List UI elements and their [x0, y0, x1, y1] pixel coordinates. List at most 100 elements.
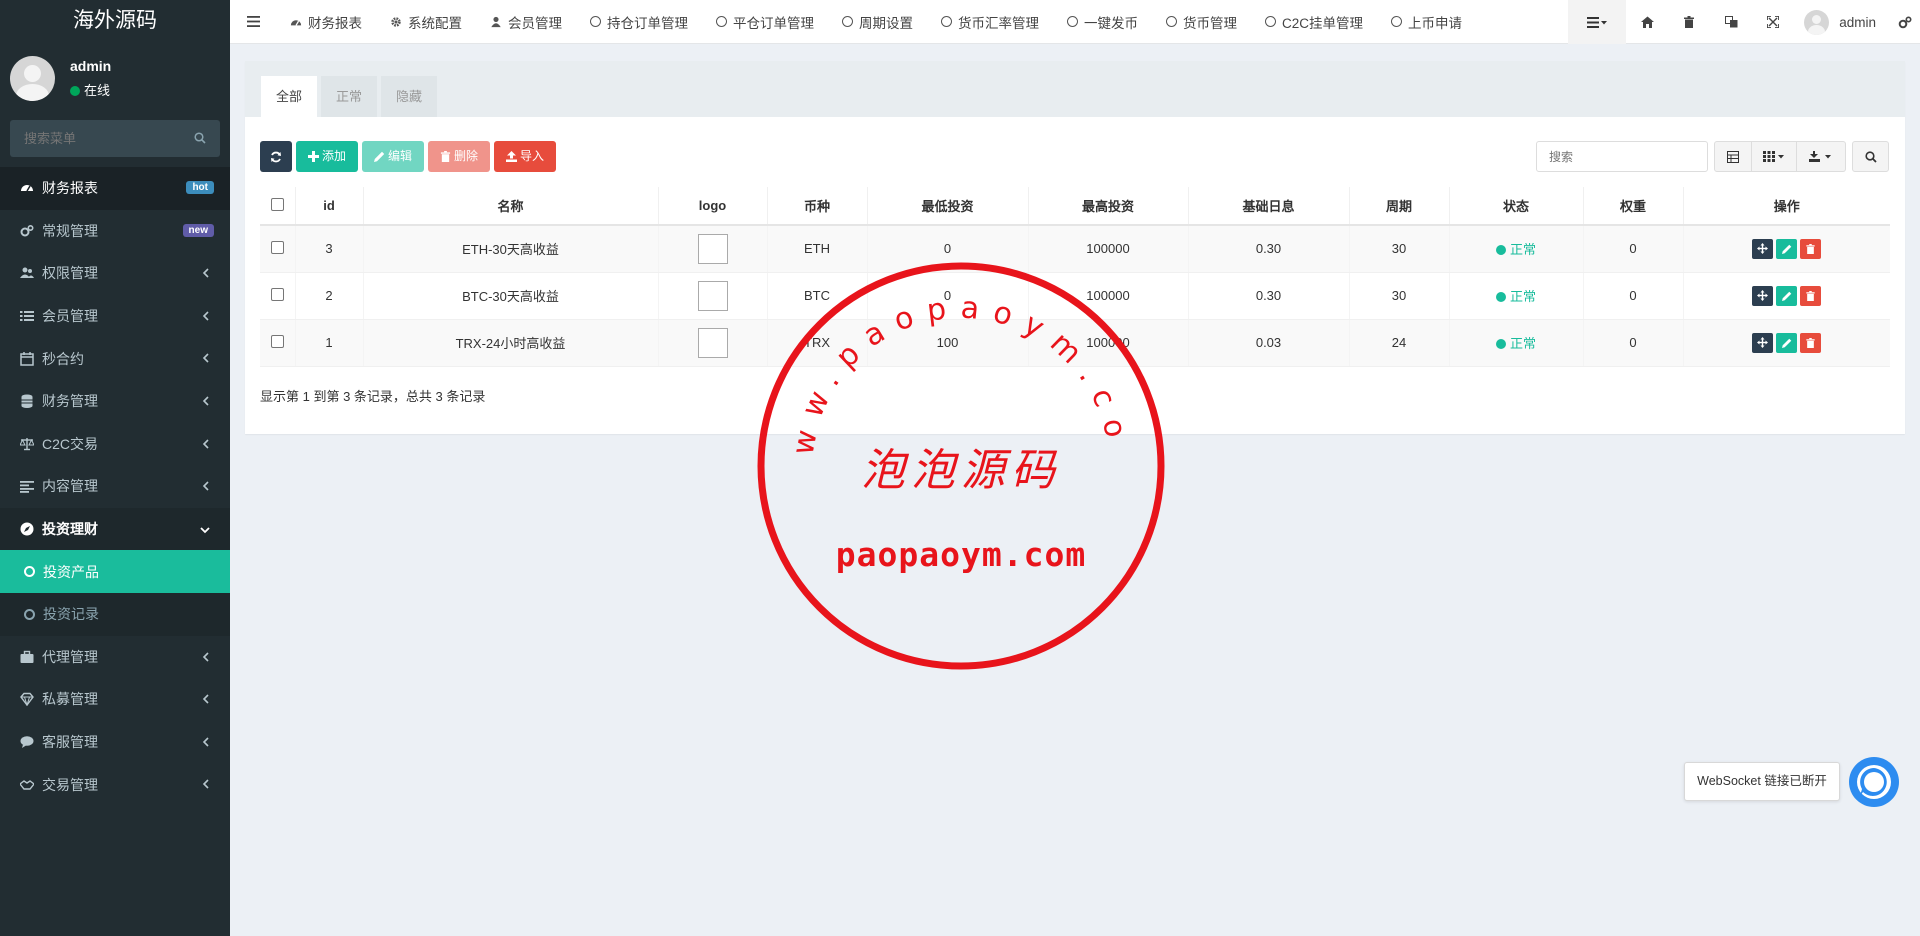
row-checkbox[interactable] [270, 287, 284, 301]
topnav-system-config[interactable]: 系统配置 [376, 0, 476, 44]
sidebar-item-investment-records[interactable]: 投资记录 [0, 592, 230, 636]
chevron-down-icon [200, 527, 210, 534]
sidebar-toggle[interactable] [230, 16, 276, 27]
sidebar-item-investment-products[interactable]: 投资产品 [0, 550, 230, 593]
cell-id: 1 [294, 319, 363, 367]
cell-daily-rate: 0.30 [1187, 225, 1349, 273]
cell-weight: 0 [1582, 272, 1683, 320]
sidebar-item-finance-report[interactable]: 财务报表 hot [0, 167, 230, 210]
tab-hidden[interactable]: 隐藏 [381, 76, 438, 117]
menu-search-input[interactable] [10, 120, 185, 157]
clear-cache-button[interactable] [1668, 0, 1710, 44]
toggle-view-button[interactable] [1714, 141, 1752, 172]
cogs-icon [1898, 15, 1912, 28]
cell-status[interactable]: 正常 [1448, 225, 1583, 273]
sidebar-item-content[interactable]: 内容管理 [0, 465, 230, 508]
align-left-icon [20, 481, 34, 494]
columns-dropdown[interactable] [1752, 141, 1797, 172]
sidebar-item-investment[interactable]: 投资理财 [0, 507, 230, 551]
cell-period: 30 [1348, 225, 1449, 273]
sidebar-item-private-placement[interactable]: 私募管理 [0, 678, 230, 721]
row-edit-button[interactable] [1776, 285, 1798, 306]
topnav-open-orders[interactable]: 持仓订单管理 [576, 0, 702, 44]
col-header-name[interactable]: 名称 [362, 187, 658, 226]
topnav-exchange-rate[interactable]: 货币汇率管理 [927, 0, 1053, 44]
app-logo[interactable]: 海外源码 [0, 0, 230, 42]
settings-button[interactable] [1890, 0, 1920, 44]
sidebar-item-general[interactable]: 常规管理 new [0, 210, 230, 253]
row-checkbox[interactable] [270, 334, 284, 348]
user-name: admin [70, 58, 112, 74]
sidebar-item-trade[interactable]: 交易管理 [0, 763, 230, 806]
chevron-left-icon [202, 737, 209, 747]
topnav-period-settings[interactable]: 周期设置 [828, 0, 927, 44]
table-header-row: id 名称 logo 币种 最低投资 最高投资 基础日息 周期 状态 权重 操作 [260, 187, 1890, 226]
col-header-logo[interactable]: logo [657, 187, 767, 226]
refresh-button[interactable] [260, 141, 292, 172]
col-header-coin[interactable]: 币种 [766, 187, 867, 226]
col-header-max-invest[interactable]: 最高投资 [1027, 187, 1188, 226]
topnav-closed-orders[interactable]: 平仓订单管理 [702, 0, 828, 44]
select-all-checkbox[interactable] [270, 197, 284, 211]
add-button[interactable]: 添加 [296, 141, 359, 172]
col-header-period[interactable]: 周期 [1348, 187, 1449, 226]
table-search-input[interactable] [1536, 141, 1708, 172]
chevron-left-icon [202, 438, 209, 449]
drag-sort-button[interactable] [1752, 285, 1774, 306]
col-header-daily-rate[interactable]: 基础日息 [1187, 187, 1349, 226]
tab-all[interactable]: 全部 [261, 76, 318, 117]
col-header-id[interactable]: id [294, 187, 363, 226]
row-edit-button[interactable] [1776, 332, 1798, 353]
sidebar-item-c2c[interactable]: C2C交易 [0, 423, 230, 466]
import-button[interactable]: 导入 [494, 141, 557, 172]
arrows-icon [1757, 290, 1769, 301]
row-edit-button[interactable] [1776, 238, 1798, 259]
home-button[interactable] [1626, 0, 1668, 44]
advanced-search-button[interactable] [1852, 141, 1889, 172]
topnav-issue-coin[interactable]: 一键发币 [1053, 0, 1152, 44]
trash-icon [1806, 290, 1815, 301]
more-menu-dropdown[interactable] [1568, 0, 1627, 44]
cell-daily-rate: 0.30 [1187, 272, 1349, 320]
tab-normal[interactable]: 正常 [321, 76, 378, 117]
sidebar-item-permission[interactable]: 权限管理 [0, 252, 230, 295]
row-delete-button[interactable] [1800, 238, 1822, 259]
cell-weight: 0 [1582, 319, 1683, 367]
sidebar-item-members[interactable]: 会员管理 [0, 295, 230, 338]
col-header-min-invest[interactable]: 最低投资 [866, 187, 1028, 226]
topnav-members[interactable]: 会员管理 [476, 0, 576, 44]
sidebar-item-finance[interactable]: 财务管理 [0, 380, 230, 423]
col-header-weight[interactable]: 权重 [1582, 187, 1683, 226]
sidebar-item-seconds-contract[interactable]: 秒合约 [0, 337, 230, 380]
cell-status[interactable]: 正常 [1448, 319, 1583, 367]
topnav-finance-report[interactable]: 财务报表 [276, 0, 376, 44]
topnav-listing-request[interactable]: 上币申请 [1377, 0, 1476, 44]
drag-sort-button[interactable] [1752, 332, 1774, 353]
delete-button[interactable]: 删除 [428, 141, 491, 172]
drag-sort-button[interactable] [1752, 238, 1774, 259]
row-delete-button[interactable] [1800, 332, 1822, 353]
hot-badge: hot [186, 181, 214, 194]
arrows-icon [1757, 337, 1769, 348]
pencil-icon [1781, 291, 1792, 301]
language-button[interactable] [1710, 0, 1752, 44]
cell-actions [1682, 272, 1890, 320]
cell-name: ETH-30天高收益 [362, 225, 658, 273]
export-dropdown[interactable] [1797, 141, 1846, 172]
sidebar-item-customer-service[interactable]: 客服管理 [0, 721, 230, 764]
sidebar-item-agent[interactable]: 代理管理 [0, 636, 230, 679]
sidebar-menu: 财务报表 hot 常规管理 new 权限管理 会员管理 秒合约 财务管理 C2C… [0, 167, 230, 806]
plus-icon [308, 151, 319, 162]
row-checkbox[interactable] [270, 240, 284, 254]
fullscreen-button[interactable] [1752, 0, 1794, 44]
admin-menu[interactable]: admin [1794, 0, 1890, 44]
cell-status[interactable]: 正常 [1448, 272, 1583, 320]
col-header-status[interactable]: 状态 [1448, 187, 1583, 226]
topnav-currency[interactable]: 货币管理 [1152, 0, 1251, 44]
chat-button[interactable] [1849, 757, 1899, 807]
row-delete-button[interactable] [1800, 285, 1822, 306]
select-all-cell [260, 187, 295, 226]
topnav-c2c-orders[interactable]: C2C挂单管理 [1251, 0, 1377, 44]
edit-button[interactable]: 编辑 [362, 141, 425, 172]
search-icon[interactable] [194, 132, 206, 144]
